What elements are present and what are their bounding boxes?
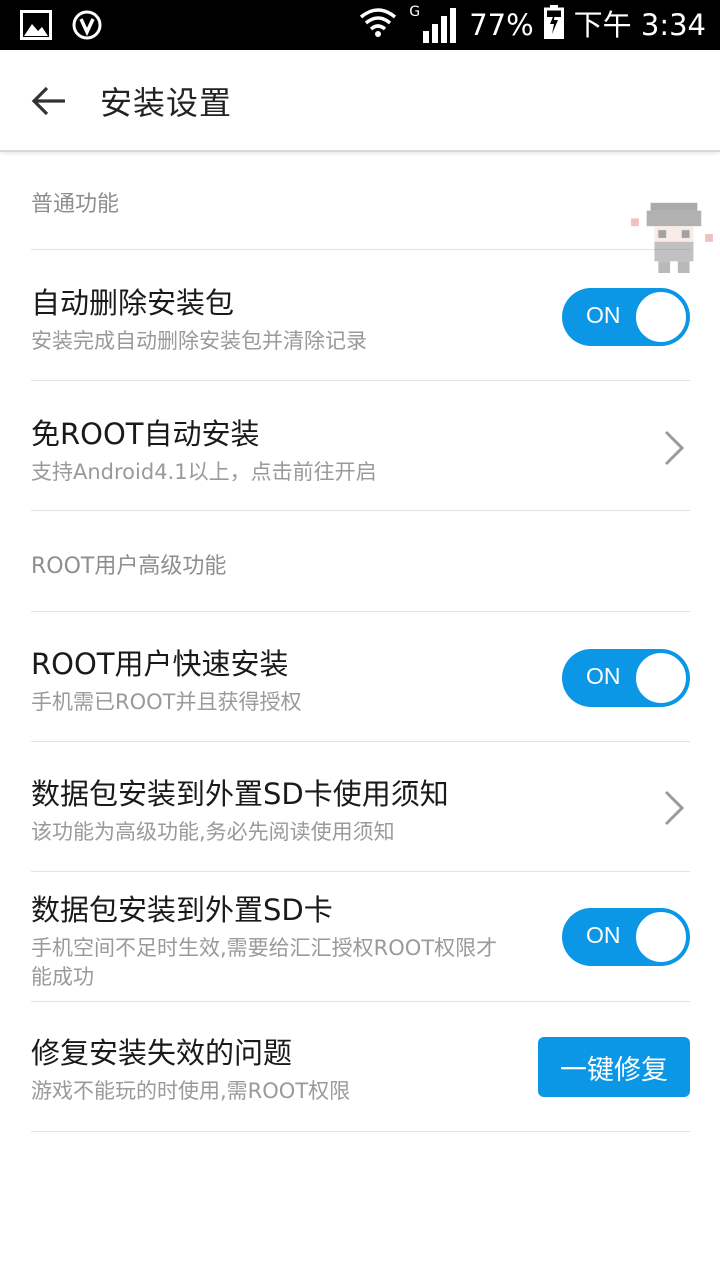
v-app-icon: [72, 10, 102, 44]
page-title: 安装设置: [100, 84, 233, 122]
chevron-right-icon: [664, 430, 685, 466]
setting-subtitle-line2: 能成功: [31, 965, 94, 989]
setting-repair-install: 修复安装失效的问题 游戏不能玩的时使用,需ROOT权限 一键修复: [0, 1002, 720, 1132]
setting-root-quick-install[interactable]: ROOT用户快速安装 手机需已ROOT并且获得授权 ON: [0, 612, 720, 742]
chevron-right-icon: [664, 790, 685, 826]
battery-charging-icon: [543, 4, 564, 46]
toggle-knob: [634, 651, 688, 705]
setting-subtitle: 该功能为高级功能,务必先阅读使用须知: [31, 820, 395, 844]
toggle-state-label: ON: [586, 922, 621, 948]
setting-no-root-auto-install[interactable]: 免ROOT自动安装 支持Android4.1以上，点击前往开启: [0, 381, 720, 511]
setting-title: 修复安装失效的问题: [31, 1036, 293, 1070]
setting-title: 免ROOT自动安装: [31, 417, 260, 451]
setting-subtitle: 游戏不能玩的时使用,需ROOT权限: [31, 1079, 351, 1103]
toggle-state-label: ON: [586, 302, 621, 328]
wifi-icon: [359, 7, 397, 44]
setting-subtitle-line1: 手机空间不足时生效,需要给汇汇授权ROOT权限才: [31, 936, 498, 960]
setting-subtitle: 支持Android4.1以上，点击前往开启: [31, 460, 377, 484]
app-bar: 安装设置: [0, 50, 720, 152]
divider: [31, 1131, 690, 1132]
setting-install-to-sd-card[interactable]: 数据包安装到外置SD卡 手机空间不足时生效,需要给汇汇授权ROOT权限才 能成功…: [0, 872, 720, 1002]
toggle-knob: [634, 290, 688, 344]
section-header-general: 普通功能: [31, 192, 120, 217]
setting-sd-card-notice[interactable]: 数据包安装到外置SD卡使用须知 该功能为高级功能,务必先阅读使用须知: [0, 742, 720, 872]
setting-subtitle: 安装完成自动删除安装包并清除记录: [31, 329, 367, 353]
setting-subtitle: 手机需已ROOT并且获得授权: [31, 690, 302, 714]
setting-title: 数据包安装到外置SD卡: [31, 893, 333, 927]
gallery-icon: [20, 10, 52, 44]
setting-title: 数据包安装到外置SD卡使用须知: [31, 777, 449, 811]
pixel-mascot-icon: [631, 202, 713, 273]
section-header-root-advanced: ROOT用户高级功能: [31, 554, 227, 579]
toggle-knob: [634, 910, 688, 964]
install-to-sd-toggle[interactable]: ON: [562, 908, 690, 966]
back-button[interactable]: [22, 74, 76, 128]
setting-title: 自动删除安装包: [31, 286, 235, 320]
status-bar: G 77% 下午 3:34: [0, 0, 720, 50]
divider: [31, 510, 690, 511]
one-click-repair-button[interactable]: 一键修复: [538, 1037, 690, 1097]
root-quick-install-toggle[interactable]: ON: [562, 649, 690, 707]
setting-title: ROOT用户快速安装: [31, 647, 289, 681]
setting-auto-delete-package[interactable]: 自动删除安装包 安装完成自动删除安装包并清除记录 ON: [0, 250, 720, 380]
clock: 下午 3:34: [573, 7, 706, 42]
back-arrow-icon: [31, 86, 65, 116]
toggle-state-label: ON: [586, 663, 621, 689]
auto-delete-toggle[interactable]: ON: [562, 288, 690, 346]
battery-percent: 77%: [469, 7, 534, 42]
signal-icon: G: [407, 5, 459, 43]
